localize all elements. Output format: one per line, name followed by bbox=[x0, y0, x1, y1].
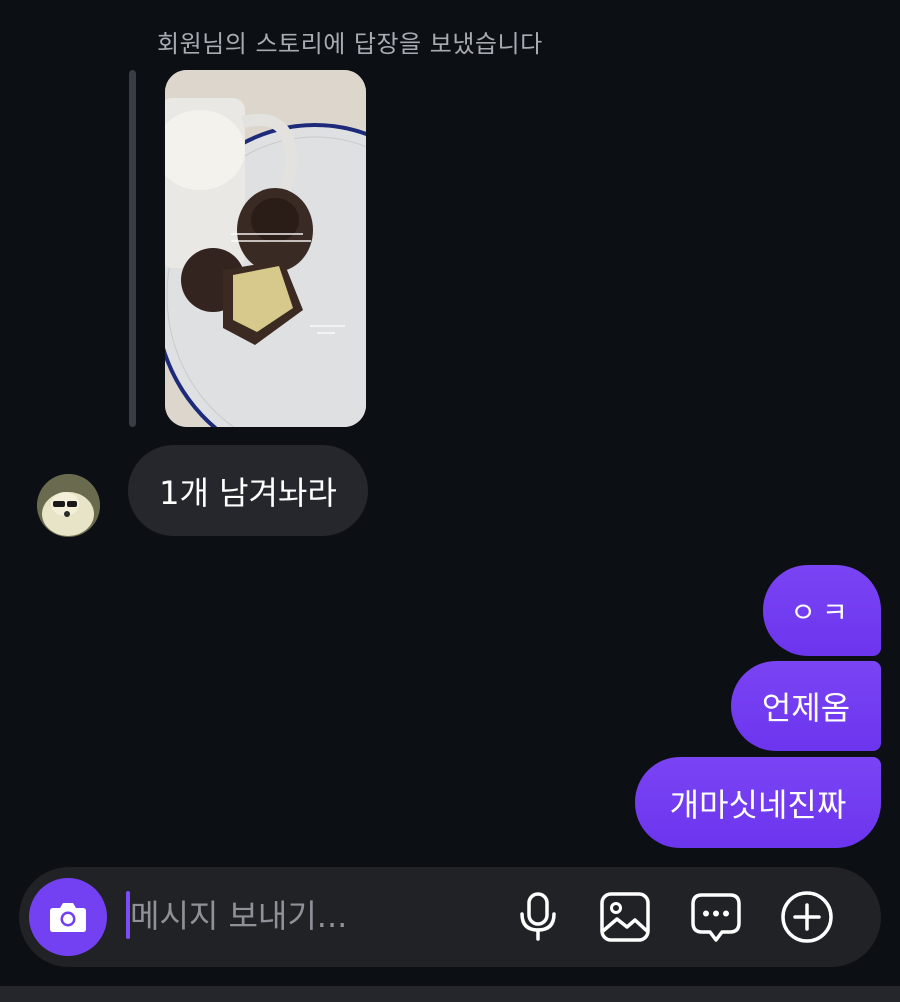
dm-conversation-screen: 회원님의 스토리에 답장을 보냈습니다 1개 남겨놔라 ㅇㅋ 언제옴 개마싯네진… bbox=[0, 0, 900, 1002]
bottom-strip bbox=[0, 986, 900, 1002]
story-thumbnail[interactable] bbox=[165, 70, 366, 427]
outgoing-message[interactable]: 언제옴 bbox=[731, 661, 881, 751]
story-reply-caption: 회원님의 스토리에 답장을 보냈습니다 bbox=[157, 30, 543, 58]
sticker-button[interactable] bbox=[689, 890, 743, 944]
incoming-message[interactable]: 1개 남겨놔라 bbox=[128, 445, 368, 536]
voice-message-button[interactable] bbox=[511, 890, 565, 944]
more-options-button[interactable] bbox=[780, 890, 834, 944]
camera-button[interactable] bbox=[29, 878, 107, 956]
sender-avatar[interactable] bbox=[37, 474, 100, 537]
plus-circle-icon bbox=[781, 891, 833, 943]
outgoing-message[interactable]: ㅇㅋ bbox=[763, 565, 881, 656]
chat-bubble-dots-icon bbox=[691, 893, 741, 942]
image-icon bbox=[600, 892, 650, 942]
microphone-icon bbox=[520, 892, 556, 941]
message-input[interactable] bbox=[130, 889, 490, 943]
reply-indicator-bar bbox=[129, 70, 136, 427]
outgoing-message[interactable]: 개마싯네진짜 bbox=[635, 757, 881, 848]
camera-icon bbox=[50, 903, 86, 932]
gallery-button[interactable] bbox=[598, 890, 652, 944]
message-composer bbox=[19, 867, 881, 967]
